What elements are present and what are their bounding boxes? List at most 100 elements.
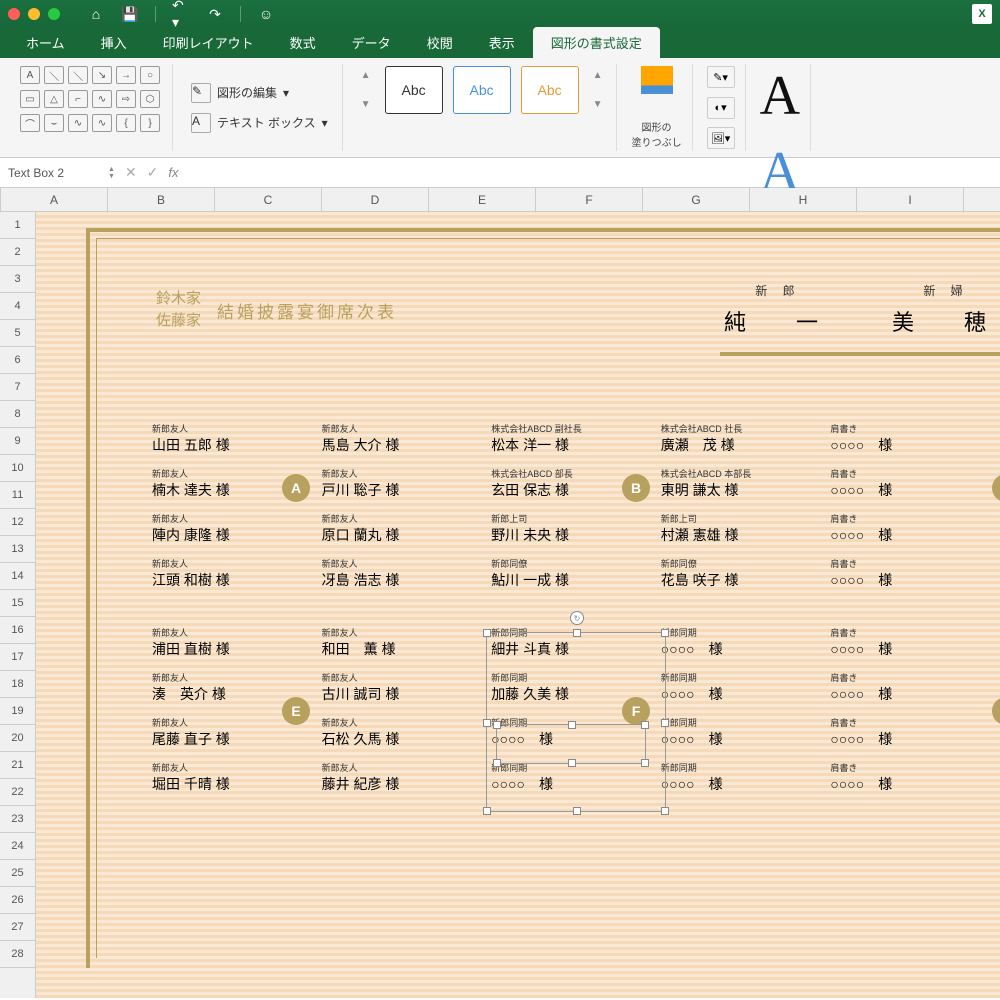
smiley-icon[interactable]: ☺ bbox=[257, 5, 275, 23]
gallery-up-icon[interactable]: ▲ bbox=[361, 70, 371, 81]
shape-style-2[interactable]: Abc bbox=[453, 66, 511, 114]
rotate-handle-icon[interactable]: ↻ bbox=[570, 611, 584, 625]
col-header[interactable]: C bbox=[215, 188, 322, 211]
shape-brace-l-icon[interactable]: { bbox=[116, 114, 136, 132]
text-box-button[interactable]: Aテキスト ボックス ▾ bbox=[187, 111, 332, 135]
resize-handle[interactable] bbox=[573, 807, 581, 815]
row-header[interactable]: 12 bbox=[0, 509, 35, 536]
shape-arc2-icon[interactable]: ⌣ bbox=[44, 114, 64, 132]
row-header[interactable]: 19 bbox=[0, 698, 35, 725]
resize-handle[interactable] bbox=[483, 807, 491, 815]
resize-handle[interactable] bbox=[493, 759, 501, 767]
row-header[interactable]: 8 bbox=[0, 401, 35, 428]
row-header[interactable]: 15 bbox=[0, 590, 35, 617]
shape-style-3[interactable]: Abc bbox=[521, 66, 579, 114]
home-icon[interactable]: ⌂ bbox=[87, 5, 105, 23]
col-header[interactable]: D bbox=[322, 188, 429, 211]
row-header[interactable]: 18 bbox=[0, 671, 35, 698]
row-header[interactable]: 22 bbox=[0, 779, 35, 806]
col-header[interactable]: G bbox=[643, 188, 750, 211]
row-header[interactable]: 13 bbox=[0, 536, 35, 563]
tab-data[interactable]: データ bbox=[334, 27, 409, 58]
tab-insert[interactable]: 挿入 bbox=[83, 27, 145, 58]
row-header[interactable]: 23 bbox=[0, 806, 35, 833]
row-header[interactable]: 25 bbox=[0, 860, 35, 887]
resize-handle[interactable] bbox=[641, 721, 649, 729]
shape-picture-button[interactable]: 🖼▾ bbox=[707, 127, 735, 149]
confirm-formula-icon[interactable]: ✓ bbox=[147, 164, 159, 181]
col-header[interactable]: I bbox=[857, 188, 964, 211]
row-header[interactable]: 24 bbox=[0, 833, 35, 860]
shape-rect-icon[interactable]: ▭ bbox=[20, 90, 40, 108]
col-header[interactable]: F bbox=[536, 188, 643, 211]
row-header[interactable]: 16 bbox=[0, 617, 35, 644]
col-header[interactable]: H bbox=[750, 188, 857, 211]
tab-formulas[interactable]: 数式 bbox=[272, 27, 334, 58]
row-header[interactable]: 11 bbox=[0, 482, 35, 509]
row-header[interactable]: 1 bbox=[0, 212, 35, 239]
tab-page-layout[interactable]: 印刷レイアウト bbox=[145, 27, 272, 58]
resize-handle[interactable] bbox=[483, 629, 491, 637]
save-icon[interactable]: 💾 bbox=[121, 5, 139, 23]
fx-icon[interactable]: fx bbox=[168, 165, 178, 180]
resize-handle[interactable] bbox=[661, 807, 669, 815]
col-header[interactable]: J bbox=[964, 188, 1000, 211]
shape-line2-icon[interactable]: ＼ bbox=[68, 66, 88, 84]
shapes-gallery[interactable]: A＼＼↘→○ ▭△⌐∿⇨⬡ ⌒⌣∿∿{} bbox=[10, 64, 173, 151]
shape-oval-icon[interactable]: ○ bbox=[140, 66, 160, 84]
tab-shape-format[interactable]: 図形の書式設定 bbox=[533, 27, 660, 58]
row-header[interactable]: 7 bbox=[0, 374, 35, 401]
gallery-down-icon[interactable]: ▼ bbox=[361, 99, 371, 110]
row-header[interactable]: 3 bbox=[0, 266, 35, 293]
maximize-icon[interactable] bbox=[48, 8, 60, 20]
close-icon[interactable] bbox=[8, 8, 20, 20]
resize-handle[interactable] bbox=[661, 719, 669, 727]
col-header[interactable]: A bbox=[1, 188, 108, 211]
shape-elbow-icon[interactable]: ⌐ bbox=[68, 90, 88, 108]
resize-handle[interactable] bbox=[573, 629, 581, 637]
shape-arrow-icon[interactable]: → bbox=[116, 66, 136, 84]
resize-handle[interactable] bbox=[493, 721, 501, 729]
gallery-up2-icon[interactable]: ▲ bbox=[593, 70, 603, 81]
redo-icon[interactable]: ↷ bbox=[206, 5, 224, 23]
name-box-spinner[interactable]: ▲▼ bbox=[108, 166, 115, 180]
row-header[interactable]: 6 bbox=[0, 347, 35, 374]
undo-icon[interactable]: ↶ ▾ bbox=[172, 5, 190, 23]
tab-home[interactable]: ホーム bbox=[8, 27, 83, 58]
row-header[interactable]: 14 bbox=[0, 563, 35, 590]
selection-box-outer[interactable]: ↻ bbox=[486, 632, 666, 812]
resize-handle[interactable] bbox=[568, 759, 576, 767]
row-header[interactable]: 2 bbox=[0, 239, 35, 266]
row-header[interactable]: 4 bbox=[0, 293, 35, 320]
shape-hex-icon[interactable]: ⬡ bbox=[140, 90, 160, 108]
gallery-more-icon[interactable]: ▼ bbox=[593, 99, 603, 110]
minimize-icon[interactable] bbox=[28, 8, 40, 20]
col-header[interactable]: E bbox=[429, 188, 536, 211]
row-header[interactable]: 20 bbox=[0, 725, 35, 752]
cell-area[interactable]: 鈴木家佐藤家 結婚披露宴御席次表 新 郎純 一 新 婦美 穂 ABCEFG新郎友… bbox=[36, 212, 1000, 998]
row-header[interactable]: 28 bbox=[0, 941, 35, 968]
col-header[interactable]: B bbox=[108, 188, 215, 211]
tab-review[interactable]: 校閲 bbox=[409, 27, 471, 58]
row-header[interactable]: 10 bbox=[0, 455, 35, 482]
resize-handle[interactable] bbox=[661, 629, 669, 637]
tab-view[interactable]: 表示 bbox=[471, 27, 533, 58]
resize-handle[interactable] bbox=[483, 719, 491, 727]
shape-block-arrow-icon[interactable]: ⇨ bbox=[116, 90, 136, 108]
shape-brace-r-icon[interactable]: } bbox=[140, 114, 160, 132]
shape-curve2-icon[interactable]: ∿ bbox=[68, 114, 88, 132]
row-header[interactable]: 21 bbox=[0, 752, 35, 779]
edit-shape-button[interactable]: ✎図形の編集 ▾ bbox=[187, 81, 332, 105]
cancel-formula-icon[interactable]: ✕ bbox=[125, 164, 137, 181]
shape-curve3-icon[interactable]: ∿ bbox=[92, 114, 112, 132]
selection-box-inner[interactable] bbox=[496, 724, 646, 764]
shape-curve-icon[interactable]: ∿ bbox=[92, 90, 112, 108]
shape-connector-icon[interactable]: ↘ bbox=[92, 66, 112, 84]
shape-fill-button[interactable]: 図形の 塗りつぶし bbox=[621, 64, 692, 151]
shape-outline-button[interactable]: ✎▾ bbox=[707, 66, 735, 88]
shape-line-icon[interactable]: ＼ bbox=[44, 66, 64, 84]
shape-effects-button[interactable]: ◐▾ bbox=[707, 97, 735, 119]
resize-handle[interactable] bbox=[568, 721, 576, 729]
row-header[interactable]: 27 bbox=[0, 914, 35, 941]
row-header[interactable]: 9 bbox=[0, 428, 35, 455]
